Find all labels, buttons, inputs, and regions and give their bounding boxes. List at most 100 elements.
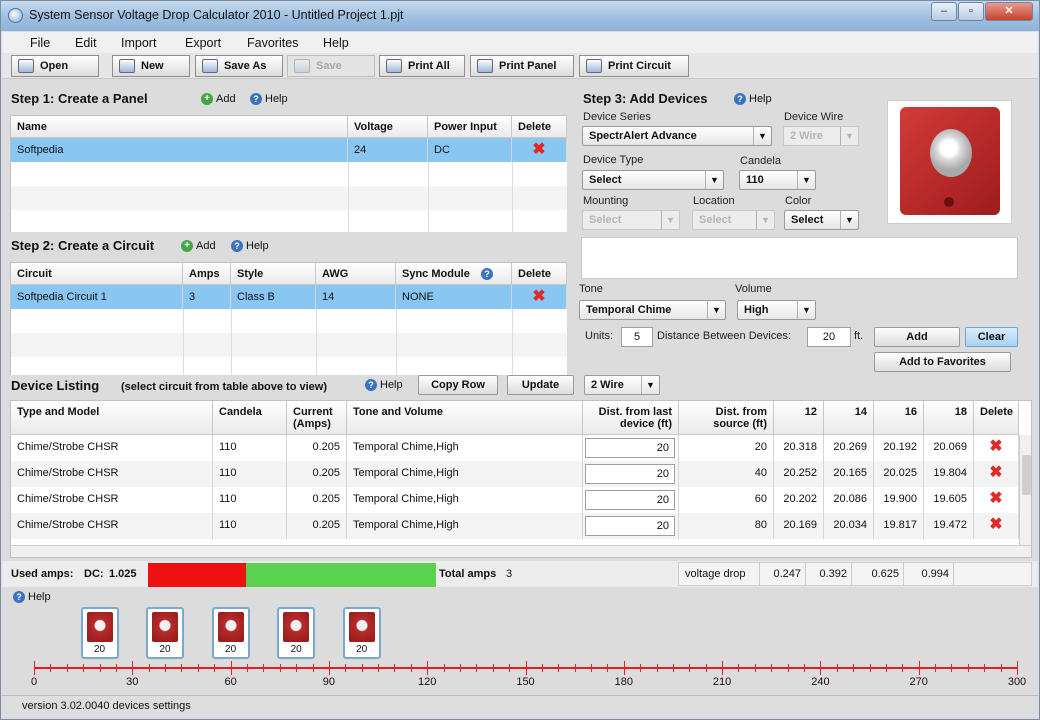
dist-last-input[interactable]: 20 bbox=[583, 487, 679, 513]
table-row[interactable]: Chime/Strobe CHSR 110 0.205 Temporal Chime,… bbox=[11, 487, 1019, 513]
col-delete[interactable]: Delete bbox=[974, 401, 1019, 435]
col-type-model[interactable]: Type and Model bbox=[11, 401, 213, 435]
table-row[interactable]: Softpedia Circuit 1 3 Class B 14 NONE ✖ bbox=[11, 285, 567, 309]
delete-icon[interactable]: ✖ bbox=[974, 513, 1019, 539]
timeline-device[interactable]: 20 bbox=[277, 607, 316, 659]
device-wire-select[interactable]: 2 Wire ▼ bbox=[783, 126, 859, 146]
timeline-device[interactable]: 20 bbox=[80, 607, 119, 659]
update-button[interactable]: Update bbox=[507, 375, 574, 395]
volume-select[interactable]: High ▼ bbox=[737, 300, 816, 320]
save-as-icon bbox=[202, 59, 218, 73]
open-button[interactable]: Open bbox=[11, 55, 99, 77]
col-current[interactable]: Current (Amps) bbox=[287, 401, 347, 435]
panel-col-voltage[interactable]: Voltage bbox=[348, 116, 428, 138]
panel-col-delete[interactable]: Delete bbox=[512, 116, 567, 138]
panel-add-link[interactable]: + Add bbox=[201, 93, 236, 105]
col-awg-16[interactable]: 16 bbox=[874, 401, 924, 435]
print-panel-button[interactable]: Print Panel bbox=[470, 55, 574, 77]
col-tone-volume[interactable]: Tone and Volume bbox=[347, 401, 583, 435]
panel-col-power[interactable]: Power Input bbox=[428, 116, 512, 138]
table-row[interactable]: Chime/Strobe CHSR 110 0.205 Temporal Chime,… bbox=[11, 461, 1019, 487]
device-distance: 20 bbox=[225, 644, 237, 655]
menu-edit[interactable]: Edit bbox=[75, 36, 97, 50]
units-label: Units: bbox=[585, 330, 614, 342]
circuit-col-awg[interactable]: AWG bbox=[316, 263, 396, 285]
dist-last-value[interactable]: 20 bbox=[585, 516, 675, 536]
help-icon[interactable]: ? bbox=[481, 268, 493, 280]
listing-help-link[interactable]: ? Help bbox=[365, 379, 403, 391]
print-all-button[interactable]: Print All bbox=[379, 55, 465, 77]
table-row[interactable]: Chime/Strobe CHSR 110 0.205 Temporal Chime,… bbox=[11, 435, 1019, 461]
delete-icon[interactable]: ✖ bbox=[512, 285, 567, 309]
add-device-button[interactable]: Add bbox=[874, 327, 960, 347]
save-button[interactable]: Save bbox=[287, 55, 375, 77]
ruler-tick bbox=[509, 664, 511, 672]
delete-icon[interactable]: ✖ bbox=[974, 435, 1019, 461]
delete-icon[interactable]: ✖ bbox=[512, 138, 567, 162]
close-button[interactable]: ✕ bbox=[985, 2, 1033, 21]
location-select[interactable]: Select ▼ bbox=[692, 210, 775, 230]
cell-c18: 19.804 bbox=[924, 461, 974, 487]
panel-col-name[interactable]: Name bbox=[11, 116, 348, 138]
col-dist-last[interactable]: Dist. from last device (ft) bbox=[583, 401, 679, 435]
devices-help-link[interactable]: ? Help bbox=[734, 93, 772, 105]
cell-model: Chime/Strobe CHSR bbox=[11, 513, 213, 539]
clear-button[interactable]: Clear bbox=[965, 327, 1018, 347]
distance-input[interactable]: 20 bbox=[807, 327, 851, 347]
color-select[interactable]: Select ▼ bbox=[784, 210, 859, 230]
print-circuit-button[interactable]: Print Circuit bbox=[579, 55, 689, 77]
device-series-select[interactable]: SpectrAlert Advance ▼ bbox=[582, 126, 772, 146]
delete-icon[interactable]: ✖ bbox=[974, 461, 1019, 487]
tone-select[interactable]: Temporal Chime ▼ bbox=[579, 300, 726, 320]
dist-last-value[interactable]: 20 bbox=[585, 464, 675, 484]
copy-row-button[interactable]: Copy Row bbox=[418, 375, 498, 395]
minimize-button[interactable]: – bbox=[931, 2, 957, 21]
mounting-select[interactable]: Select ▼ bbox=[582, 210, 680, 230]
col-awg-14[interactable]: 14 bbox=[824, 401, 874, 435]
add-to-favorites-button[interactable]: Add to Favorites bbox=[874, 352, 1011, 372]
timeline-device[interactable]: 20 bbox=[342, 607, 381, 659]
device-wire-label: Device Wire bbox=[784, 111, 844, 123]
new-button[interactable]: New bbox=[112, 55, 190, 77]
timeline-device[interactable]: 20 bbox=[211, 607, 250, 659]
ruler-tick bbox=[345, 664, 347, 672]
dist-last-value[interactable]: 20 bbox=[585, 438, 675, 458]
menu-import[interactable]: Import bbox=[121, 36, 156, 50]
cell-current: 0.205 bbox=[287, 435, 347, 461]
dist-last-input[interactable]: 20 bbox=[583, 513, 679, 539]
dist-last-input[interactable]: 20 bbox=[583, 435, 679, 461]
col-candela[interactable]: Candela bbox=[213, 401, 287, 435]
circuit-col-sync[interactable]: Sync Module? bbox=[396, 263, 512, 285]
device-type-select[interactable]: Select ▼ bbox=[582, 170, 724, 190]
table-row[interactable]: Chime/Strobe CHSR 110 0.205 Temporal Chime,… bbox=[11, 513, 1019, 539]
circuit-col-delete[interactable]: Delete bbox=[512, 263, 567, 285]
col-dist-source[interactable]: Dist. from source (ft) bbox=[679, 401, 774, 435]
col-awg-12[interactable]: 12 bbox=[774, 401, 824, 435]
table-row[interactable]: Softpedia 24 DC ✖ bbox=[11, 138, 567, 162]
maximize-button[interactable]: ▫ bbox=[958, 2, 984, 21]
col-awg-18[interactable]: 18 bbox=[924, 401, 974, 435]
units-input[interactable]: 5 bbox=[621, 327, 653, 347]
menu-help[interactable]: Help bbox=[323, 36, 349, 50]
circuit-col-circuit[interactable]: Circuit bbox=[11, 263, 183, 285]
ruler-tick bbox=[656, 664, 658, 672]
menu-file[interactable]: File bbox=[30, 36, 50, 50]
dist-last-input[interactable]: 20 bbox=[583, 461, 679, 487]
circuit-col-amps[interactable]: Amps bbox=[183, 263, 231, 285]
menu-favorites[interactable]: Favorites bbox=[247, 36, 298, 50]
dist-last-value[interactable]: 20 bbox=[585, 490, 675, 510]
horizontal-scrollbar[interactable] bbox=[11, 545, 1031, 557]
voltage-drop-18: 0.994 bbox=[903, 563, 953, 585]
timeline-help-link[interactable]: ? Help bbox=[13, 591, 51, 603]
panel-help-link[interactable]: ? Help bbox=[250, 93, 288, 105]
listing-wire-select[interactable]: 2 Wire ▼ bbox=[584, 375, 660, 395]
circuit-add-link[interactable]: + Add bbox=[181, 240, 216, 252]
candela-select[interactable]: 110 ▼ bbox=[739, 170, 816, 190]
vertical-scrollbar[interactable] bbox=[1019, 435, 1031, 545]
menu-export[interactable]: Export bbox=[185, 36, 221, 50]
save-as-button[interactable]: Save As bbox=[195, 55, 283, 77]
circuit-col-style[interactable]: Style bbox=[231, 263, 316, 285]
timeline-device[interactable]: 20 bbox=[146, 607, 185, 659]
delete-icon[interactable]: ✖ bbox=[974, 487, 1019, 513]
circuit-help-link[interactable]: ? Help bbox=[231, 240, 269, 252]
